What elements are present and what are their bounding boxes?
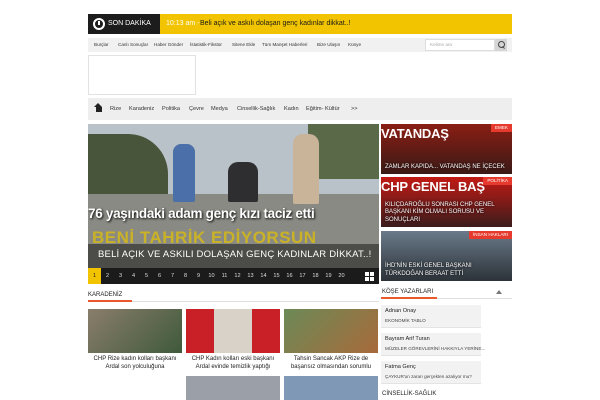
nav-item-cevre[interactable]: Çevre — [189, 98, 204, 120]
nav-item-medya[interactable]: Medya — [211, 98, 228, 120]
nav-item-politika[interactable]: Politika — [162, 98, 180, 120]
side-news-card[interactable]: İNSAN HAKLARI İHD'NİN ESKİ GENEL BAŞKANI… — [381, 231, 512, 281]
section-title-karadeniz: KARADENİZ — [88, 292, 123, 298]
author-name: Bayram Arif Turan — [385, 336, 430, 342]
slider-page-button[interactable]: 7 — [166, 268, 179, 284]
author-item[interactable]: Adnan Onay EKONOMİK TABLO — [381, 305, 481, 328]
category-tag: İNSAN HAKLARI — [469, 231, 512, 239]
slider-page-button[interactable]: 17 — [296, 268, 309, 284]
side-news-title: KILIÇDAROĞLU SONRASI CHP GENEL BAŞKANI K… — [385, 201, 495, 223]
author-item[interactable]: Fatma Genç ÇAYKUR'un zararı gerçekten az… — [381, 361, 481, 384]
breaking-time: 10:13 am - — [166, 20, 200, 27]
logo-placeholder — [88, 55, 196, 95]
nav-item-kadin[interactable]: Kadın — [284, 98, 299, 120]
news-image — [186, 309, 280, 353]
side-news-image-text: CHP GENEL BAŞ — [381, 179, 485, 194]
author-name: Adnan Onay — [385, 308, 417, 314]
author-article: ÇAYKUR'un zararı gerçekten azalıyor mu? — [385, 374, 472, 379]
slider-image-person — [228, 162, 258, 202]
slider-page-button[interactable]: 13 — [244, 268, 257, 284]
category-tag: EMEK — [490, 124, 512, 132]
section-title-cinsellik-saglik: CİNSELLİK-SAĞLIK — [382, 391, 437, 397]
news-item[interactable]: CHP Rize kadın kolları başkanı Ardal son… — [88, 309, 182, 371]
headline-slider[interactable]: 76 yaşındaki adam genç kızı taciz etti B… — [88, 124, 379, 284]
section-accent — [381, 297, 437, 299]
slider-page-button[interactable]: 6 — [153, 268, 166, 284]
slider-page-button[interactable]: 3 — [114, 268, 127, 284]
author-article: EKONOMİK TABLO — [385, 318, 426, 323]
toplink-istatistik[interactable]: İstatistik-Fikstür — [190, 38, 222, 52]
toplink-burclar[interactable]: Burçlar — [94, 38, 109, 52]
slider-page-button[interactable]: 8 — [179, 268, 192, 284]
slider-page-button[interactable]: 16 — [283, 268, 296, 284]
breaking-headline-link[interactable]: Beli açık ve askılı dolaşan genç kadınla… — [200, 14, 351, 34]
category-tag: POLİTİKA — [483, 177, 512, 185]
section-accent — [88, 300, 132, 302]
nav-item-cinsellik-saglik[interactable]: Cinsellik-Sağlık — [237, 98, 275, 120]
breaking-label: SON DAKİKA — [88, 14, 160, 34]
news-caption: CHP Kadın kolları eski başkanı Ardal evi… — [191, 356, 275, 370]
news-item[interactable]: Tahsin Sancak AKP Rize de başarısız olma… — [284, 309, 378, 371]
search-input[interactable]: Kelime ara — [425, 39, 495, 51]
author-item[interactable]: Bayram Arif Turan MÜZELER GÖREVLERİNİ HA… — [381, 333, 485, 356]
toplink-canli-sonuclar[interactable]: Canlı Sonuçlar — [118, 38, 148, 52]
toplink-kunye[interactable]: Künye — [348, 38, 361, 52]
toplink-bize-ulasin[interactable]: Bize Ulaşın — [317, 38, 340, 52]
news-image — [284, 309, 378, 353]
clock-icon — [93, 18, 105, 30]
side-news-title: İHD'NİN ESKİ GENEL BAŞKANI TÜRKDOĞAN BER… — [385, 263, 472, 277]
slider-page-button[interactable]: 20 — [335, 268, 348, 284]
nav-item-rize[interactable]: Rize — [110, 98, 121, 120]
slider-page-button[interactable]: 9 — [192, 268, 205, 284]
slider-page-button[interactable]: 18 — [309, 268, 322, 284]
nav-item-egitim-kultur[interactable]: Eğitim- Kültür — [306, 98, 340, 120]
side-news-image-text: VATANDAŞ — [381, 126, 449, 141]
home-icon[interactable] — [94, 103, 103, 112]
slider-title[interactable]: BELİ AÇIK VE ASKILI DOLAŞAN GENÇ KADINLA… — [98, 249, 371, 260]
slider-page-button[interactable]: 2 — [101, 268, 114, 284]
news-item[interactable]: CHP Kadın kolları eski başkanı Ardal evi… — [186, 309, 280, 371]
chevron-up-icon[interactable] — [496, 290, 502, 294]
toplink-sitene-ekle[interactable]: Sitene Ekle — [232, 38, 255, 52]
slider-page-button[interactable]: 19 — [322, 268, 335, 284]
nav-item-more[interactable]: >> — [351, 98, 358, 120]
toplink-haber-gonder[interactable]: Haber Gönder — [154, 38, 183, 52]
slider-page-button[interactable]: 10 — [205, 268, 218, 284]
toplink-tum-manset[interactable]: Tüm Manşet Haberleri — [262, 38, 307, 52]
news-image — [88, 309, 182, 353]
slider-pager: 1 2 3 4 5 6 7 8 9 10 11 12 13 14 15 16 1… — [88, 268, 379, 284]
slider-page-button[interactable]: 11 — [218, 268, 231, 284]
side-news-card[interactable]: VATANDAŞ EMEK ZAMLAR KAPIDA... VATANDAŞ … — [381, 124, 512, 174]
main-nav: Rize Karadeniz Politika Çevre Medya Cins… — [88, 98, 512, 120]
author-article: MÜZELER GÖREVLERİNİ HAKKIYLA YERİNE... — [385, 346, 486, 351]
news-image[interactable] — [186, 376, 280, 400]
news-caption: Tahsin Sancak AKP Rize de başarısız olma… — [290, 356, 372, 370]
slider-page-button[interactable]: 12 — [231, 268, 244, 284]
slider-image-person — [173, 144, 195, 202]
side-news-title: ZAMLAR KAPIDA... VATANDAŞ NE İÇECEK — [385, 163, 505, 170]
slider-image-person — [293, 134, 319, 204]
slider-page-button[interactable]: 5 — [140, 268, 153, 284]
page: SON DAKİKA 10:13 am - Beli açık ve askıl… — [88, 0, 512, 400]
news-image[interactable] — [284, 376, 378, 400]
grid-icon[interactable] — [365, 272, 374, 281]
slider-page-button[interactable]: 1 — [88, 268, 101, 284]
side-news-card[interactable]: CHP GENEL BAŞ POLİTİKA KILIÇDAROĞLU SONR… — [381, 177, 512, 227]
author-name: Fatma Genç — [385, 364, 416, 370]
slider-page-button[interactable]: 14 — [257, 268, 270, 284]
breaking-news-bar: SON DAKİKA 10:13 am - Beli açık ve askıl… — [88, 14, 512, 34]
nav-item-karadeniz[interactable]: Karadeniz — [129, 98, 154, 120]
slider-overlay-text: 76 yaşındaki adam genç kızı taciz etti — [88, 206, 315, 221]
search-icon[interactable] — [495, 39, 507, 51]
news-caption: CHP Rize kadın kolları başkanı Ardal son… — [93, 356, 177, 370]
section-title-kose-yazarlari: KÖŞE YAZARLARI — [382, 289, 434, 295]
slider-page-button[interactable]: 15 — [270, 268, 283, 284]
slider-page-button[interactable]: 4 — [127, 268, 140, 284]
